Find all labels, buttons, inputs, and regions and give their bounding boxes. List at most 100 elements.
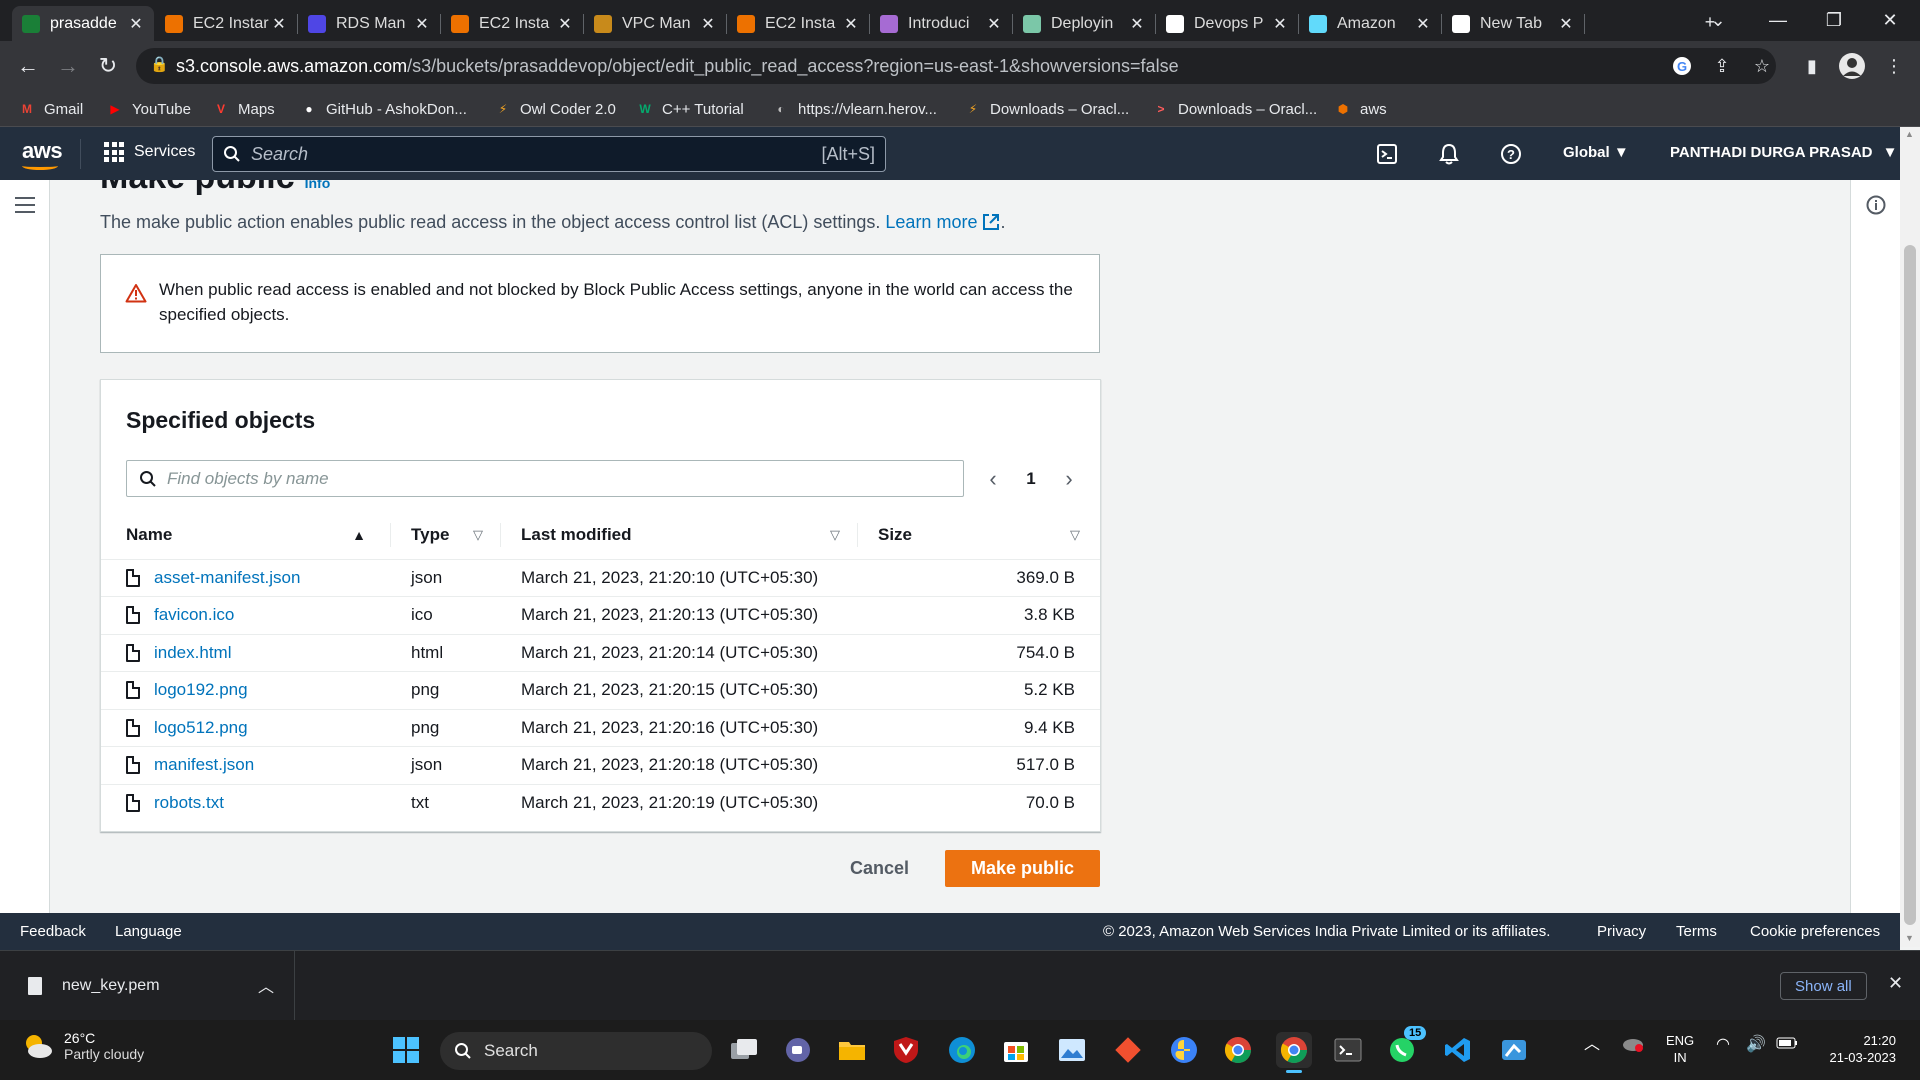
cloudshell-icon[interactable] — [1374, 141, 1400, 167]
browser-tab[interactable]: EC2 Instar ✕ — [155, 6, 298, 41]
download-item[interactable]: new_key.pem ︿ — [0, 951, 295, 1021]
cancel-button[interactable]: Cancel — [830, 850, 929, 887]
vscode-icon[interactable] — [1440, 1032, 1476, 1068]
chrome-icon[interactable] — [1276, 1032, 1312, 1073]
scroll-down-icon[interactable]: ▼ — [1905, 933, 1914, 943]
column-header-size[interactable]: Size ▽ — [858, 511, 1100, 560]
browser-tab[interactable]: New Tab ✕ — [1442, 6, 1585, 41]
volume-icon[interactable]: 🔊 — [1746, 1036, 1766, 1053]
tab-close-icon[interactable]: ✕ — [1558, 14, 1574, 34]
info-panel-icon[interactable] — [1866, 195, 1886, 215]
bookmark-item[interactable]: ▶ YouTube — [106, 98, 191, 120]
weather-widget[interactable]: 26°C Partly cloudy — [20, 1030, 144, 1062]
photos-icon[interactable] — [1054, 1032, 1090, 1068]
bookmark-item[interactable]: ⚡ Owl Coder 2.0 — [494, 98, 616, 120]
page-number[interactable]: 1 — [1026, 469, 1035, 489]
scroll-up-icon[interactable]: ▲ — [1905, 129, 1914, 139]
task-view-icon[interactable] — [726, 1032, 762, 1068]
region-selector[interactable]: Global ▼ — [1563, 144, 1629, 161]
bookmark-item[interactable]: W C++ Tutorial — [636, 98, 743, 120]
wifi-icon[interactable]: ◠ — [1716, 1036, 1730, 1053]
mcafee-icon[interactable] — [888, 1032, 924, 1068]
browser-tab[interactable]: Amazon ✕ — [1299, 6, 1442, 41]
make-public-button[interactable]: Make public — [945, 850, 1100, 887]
share-icon[interactable]: ⇪ — [1708, 52, 1736, 80]
hamburger-menu-icon[interactable] — [15, 197, 35, 213]
object-name-link[interactable]: logo512.png — [154, 718, 248, 737]
git-icon[interactable] — [1110, 1032, 1146, 1068]
find-objects-input[interactable]: Find objects by name — [126, 460, 964, 497]
object-name-link[interactable]: index.html — [154, 643, 231, 662]
window-close-icon[interactable]: ✕ — [1862, 0, 1918, 41]
object-name-link[interactable]: favicon.ico — [154, 605, 234, 624]
bookmark-item[interactable]: ⚡ Downloads – Oracl... — [964, 98, 1129, 120]
object-name-link[interactable]: manifest.json — [154, 755, 254, 774]
services-menu-button[interactable]: Services — [104, 142, 195, 162]
language-link[interactable]: Language — [115, 923, 182, 940]
browser-tab[interactable]: prasadde ✕ — [12, 6, 154, 41]
battery-icon[interactable] — [1776, 1036, 1798, 1053]
bookmark-item[interactable]: ⬢ aws — [1334, 98, 1387, 120]
browser-tab[interactable]: Introduci ✕ — [870, 6, 1013, 41]
python-icon[interactable] — [1166, 1032, 1202, 1068]
browser-tab[interactable]: RDS Man ✕ — [298, 6, 441, 41]
chrome-menu-icon[interactable]: ⋮ — [1880, 52, 1908, 80]
tab-close-icon[interactable]: ✕ — [843, 14, 859, 34]
bookmark-item[interactable]: M Gmail — [18, 98, 83, 120]
bookmark-item[interactable]: V Maps — [212, 98, 275, 120]
bookmark-item[interactable]: ● GitHub - AshokDon... — [300, 98, 467, 120]
show-all-button[interactable]: Show all — [1780, 972, 1867, 1000]
bookmark-star-icon[interactable]: ☆ — [1748, 52, 1776, 80]
browser-tab[interactable]: VPC Man ✕ — [584, 6, 727, 41]
restore-icon[interactable]: ❐ — [1806, 0, 1862, 41]
object-name-link[interactable]: robots.txt — [154, 793, 224, 812]
help-icon[interactable]: ? — [1498, 141, 1524, 167]
learn-more-link[interactable]: Learn more — [885, 212, 1000, 232]
chrome-dev-icon[interactable] — [1220, 1032, 1256, 1068]
teams-chat-icon[interactable] — [780, 1032, 816, 1068]
onedrive-status-icon[interactable] — [1622, 1036, 1644, 1056]
chevron-up-icon[interactable]: ︿ — [258, 973, 274, 997]
tab-close-icon[interactable]: ✕ — [1129, 14, 1145, 34]
whatsapp-icon[interactable]: 15 — [1384, 1026, 1427, 1068]
taskbar-search[interactable]: Search — [440, 1032, 712, 1070]
close-icon[interactable]: ✕ — [1888, 973, 1903, 994]
object-name-link[interactable]: asset-manifest.json — [154, 568, 300, 587]
bookmark-item[interactable]: > Downloads – Oracl... — [1152, 98, 1317, 120]
address-bar[interactable]: 🔒 s3.console.aws.amazon.com/s3/buckets/p… — [136, 48, 1776, 84]
tab-close-icon[interactable]: ✕ — [414, 14, 430, 34]
profile-avatar[interactable] — [1838, 52, 1866, 80]
privacy-link[interactable]: Privacy — [1597, 923, 1646, 940]
aws-logo[interactable]: aws — [22, 138, 63, 170]
tab-close-icon[interactable]: ✕ — [700, 14, 716, 34]
feedback-link[interactable]: Feedback — [20, 923, 86, 940]
paint-icon[interactable] — [1496, 1032, 1532, 1068]
google-icon[interactable]: G — [1668, 52, 1696, 80]
terms-link[interactable]: Terms — [1676, 923, 1717, 940]
language-indicator[interactable]: ENG IN — [1666, 1032, 1694, 1066]
scrollbar-thumb[interactable] — [1904, 245, 1916, 925]
browser-tab[interactable]: Deployin ✕ — [1013, 6, 1156, 41]
page-scrollbar[interactable]: ▲ ▼ — [1900, 127, 1920, 947]
browser-tab[interactable]: EC2 Insta ✕ — [441, 6, 584, 41]
forward-icon[interactable]: → — [52, 50, 84, 82]
tab-close-icon[interactable]: ✕ — [128, 14, 144, 34]
reload-icon[interactable]: ↻ — [92, 50, 124, 82]
browser-tab[interactable]: EC2 Insta ✕ — [727, 6, 870, 41]
bookmark-item[interactable]: ◐ https://vlearn.herov... — [772, 98, 937, 120]
column-header-last-modified[interactable]: Last modified ▽ — [501, 511, 858, 560]
aws-search-input[interactable]: Search [Alt+S] — [212, 136, 886, 172]
next-page-icon[interactable]: › — [1057, 466, 1081, 492]
cookie-preferences-link[interactable]: Cookie preferences — [1750, 923, 1880, 940]
terminal-icon[interactable] — [1330, 1032, 1366, 1068]
info-link[interactable]: Info — [305, 180, 331, 191]
account-menu[interactable]: PANTHADI DURGA PRASAD ▼ — [1670, 144, 1898, 161]
back-icon[interactable]: ← — [12, 50, 44, 82]
microsoft-store-icon[interactable] — [998, 1032, 1034, 1068]
windows-start-icon[interactable] — [388, 1032, 424, 1068]
tab-search-icon[interactable]: ⌄ — [1690, 0, 1746, 41]
tab-close-icon[interactable]: ✕ — [1415, 14, 1431, 34]
show-hidden-icons-chevron-icon[interactable]: ︿ — [1584, 1036, 1600, 1053]
column-header-name[interactable]: Name ▲ — [101, 511, 391, 560]
object-name-link[interactable]: logo192.png — [154, 680, 248, 699]
